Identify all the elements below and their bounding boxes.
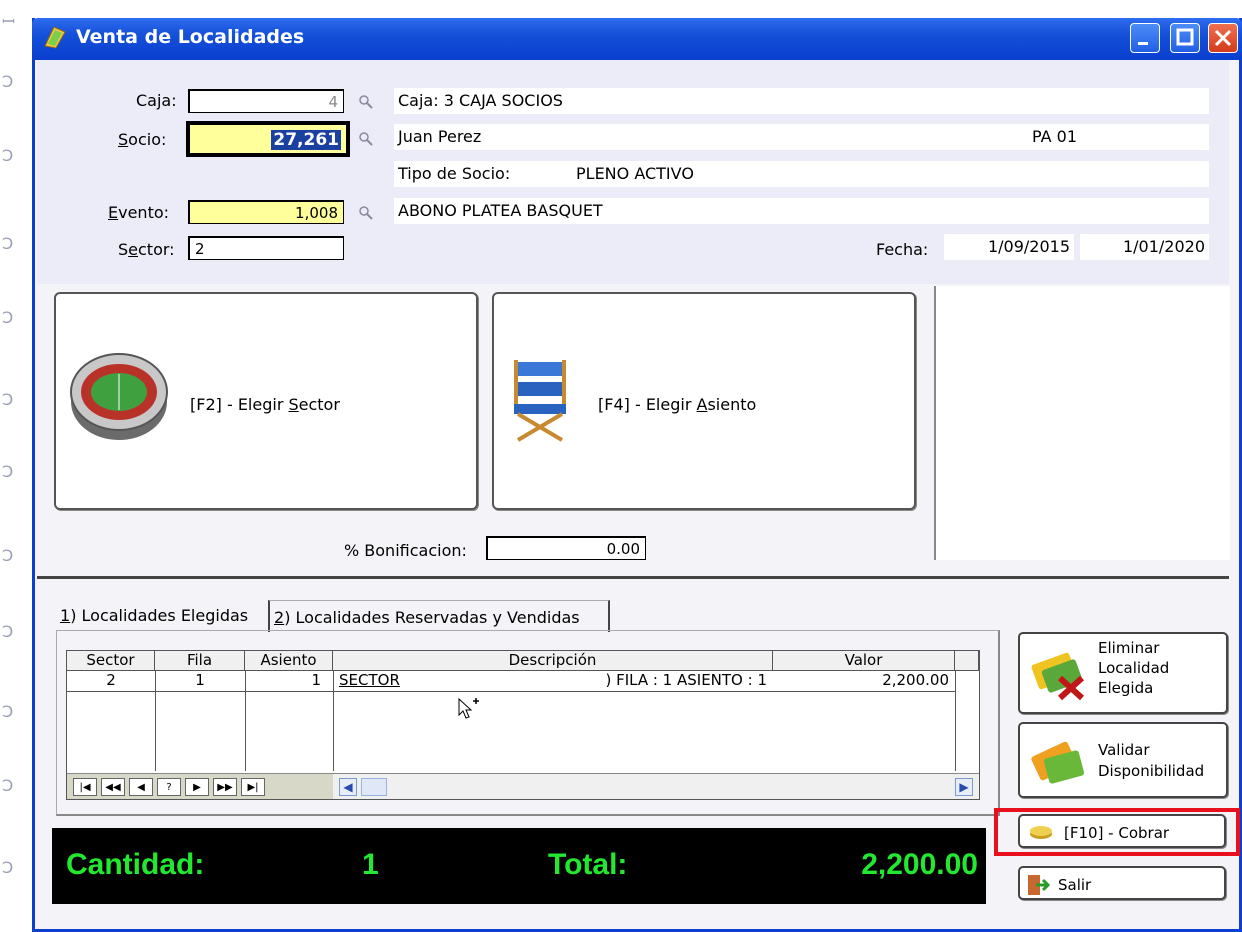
descripcion-left: SECTOR — [339, 671, 400, 689]
minimize-icon — [1138, 42, 1148, 45]
caja-label: Caja: — [136, 91, 177, 110]
minimize-button[interactable] — [1130, 23, 1160, 53]
close-icon — [1214, 29, 1232, 47]
ticket-validate-icon — [1031, 741, 1085, 784]
nav-prev-page-button[interactable]: ◀◀ — [101, 778, 125, 796]
evento-lookup-icon[interactable] — [358, 205, 374, 221]
col-sector[interactable]: Sector — [67, 651, 155, 671]
grid-navigator: |◀ ◀◀ ◀? ▶ ▶▶ ▶| — [67, 773, 333, 799]
nav-help-button[interactable]: ? — [157, 778, 181, 796]
socio-name-box: Juan Perez PA 01 — [394, 124, 1209, 150]
nav-first-button[interactable]: |◀ — [73, 778, 97, 796]
caja-description: Caja: 3 CAJA SOCIOS — [394, 88, 1209, 114]
ticket-delete-icon — [1031, 652, 1085, 701]
salir-button[interactable]: Salir — [1018, 866, 1226, 900]
salir-label: Salir — [1058, 876, 1092, 894]
cantidad-value: 1 — [362, 848, 379, 881]
cell-sector: 2 — [106, 671, 116, 689]
info-panel — [934, 286, 1230, 560]
socio-code: PA 01 — [1032, 127, 1078, 146]
descripcion-right: ) FILA : 1 ASIENTO : 1 — [605, 671, 767, 689]
grid-line — [67, 691, 955, 692]
cursor-icon — [458, 697, 479, 719]
cell-fila: 1 — [195, 671, 205, 689]
highlight-box — [994, 808, 1240, 856]
app-icon — [44, 26, 66, 49]
cell-descripcion: SECTOR ) FILA : 1 ASIENTO : 1 — [333, 671, 773, 691]
evento-label: Evento: — [108, 203, 170, 222]
horizontal-scrollbar[interactable]: ◀ ▶ — [333, 773, 979, 799]
validar-disponibilidad-button[interactable]: Validar Disponibilidad — [1018, 722, 1228, 798]
caja-lookup-icon[interactable] — [358, 94, 374, 110]
sector-label: Sector: — [118, 240, 175, 259]
socio-label: Socio: — [118, 130, 167, 149]
fecha-desde: 1/09/2015 — [944, 234, 1074, 260]
scroll-right-icon[interactable]: ▶ — [955, 778, 973, 796]
tab-localidades-reservadas[interactable]: 2) Localidades Reservadas y Vendidas — [274, 608, 580, 627]
localidades-grid[interactable]: Sector Fila Asiento Descripción Valor 2 … — [66, 650, 980, 800]
caja-field[interactable]: 4 — [188, 89, 344, 113]
elegir-sector-label: [F2] - Elegir Sector — [190, 395, 340, 414]
maximize-icon — [1176, 28, 1194, 46]
socio-lookup-icon[interactable] — [358, 131, 374, 147]
chair-icon — [514, 360, 566, 442]
nav-next-button[interactable]: ▶ — [185, 778, 209, 796]
window-title: Venta de Localidades — [76, 26, 305, 48]
fecha-label: Fecha: — [876, 240, 929, 259]
socio-name: Juan Perez — [398, 127, 482, 146]
tab-localidades-elegidas[interactable]: 1) Localidades Elegidas — [60, 606, 248, 625]
divider — [37, 576, 1229, 579]
nav-prev-button[interactable]: ◀ — [129, 778, 153, 796]
cell-asiento: 1 — [311, 671, 321, 689]
eliminar-label: Eliminar Localidad Elegida — [1098, 639, 1170, 697]
elegir-asiento-label: [F4] - Elegir Asiento — [598, 395, 757, 414]
validar-label: Validar Disponibilidad — [1098, 741, 1205, 780]
sector-field[interactable]: 2 — [188, 236, 344, 260]
bonificacion-label: % Bonificacion: — [344, 541, 467, 560]
col-asiento[interactable]: Asiento — [245, 651, 333, 671]
col-fila[interactable]: Fila — [155, 651, 245, 671]
eliminar-localidad-button[interactable]: Eliminar Localidad Elegida — [1018, 632, 1228, 714]
grid-line — [955, 671, 956, 771]
total-value: 2,200.00 — [861, 848, 978, 881]
nav-last-button[interactable]: ▶| — [241, 778, 265, 796]
scroll-left-icon[interactable]: ◀ — [339, 778, 357, 796]
tipo-socio-label: Tipo de Socio: — [398, 164, 511, 183]
elegir-asiento-button[interactable]: [F4] - Elegir Asiento — [492, 292, 916, 510]
socio-field[interactable]: 27,261 — [186, 121, 350, 157]
close-button[interactable] — [1208, 23, 1238, 53]
col-descripcion[interactable]: Descripción — [333, 651, 773, 671]
cantidad-label: Cantidad: — [66, 848, 205, 881]
col-valor[interactable]: Valor — [773, 651, 955, 671]
nav-next-page-button[interactable]: ▶▶ — [213, 778, 237, 796]
evento-field[interactable]: 1,008 — [188, 200, 344, 224]
total-label: Total: — [548, 848, 628, 881]
bonificacion-field[interactable]: 0.00 — [486, 536, 646, 560]
scroll-thumb[interactable] — [361, 778, 387, 796]
fecha-hasta: 1/01/2020 — [1080, 234, 1209, 260]
elegir-sector-button[interactable]: [F2] - Elegir Sector — [54, 292, 478, 510]
tipo-socio-value: PLENO ACTIVO — [576, 164, 694, 183]
maximize-button[interactable] — [1170, 23, 1200, 53]
stadium-icon — [70, 353, 168, 440]
totals-bar: Cantidad: 1 Total: 2,200.00 — [52, 828, 986, 904]
col-extra — [955, 651, 979, 671]
cell-valor: 2,200.00 — [882, 671, 949, 689]
tipo-socio-box: Tipo de Socio: PLENO ACTIVO — [394, 161, 1209, 187]
exit-icon — [1028, 875, 1050, 895]
evento-description: ABONO PLATEA BASQUET — [394, 198, 1209, 224]
